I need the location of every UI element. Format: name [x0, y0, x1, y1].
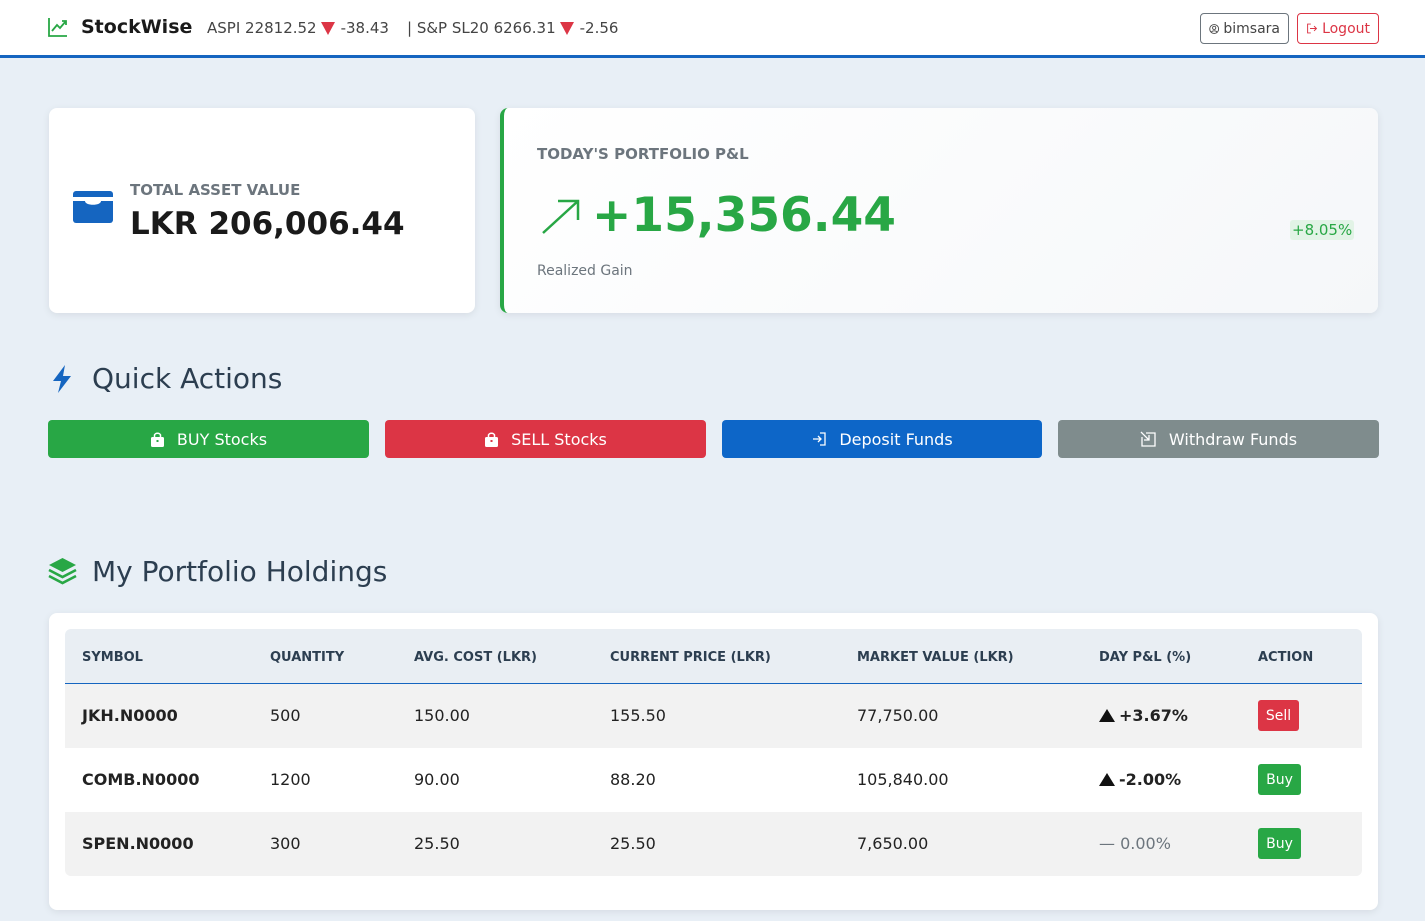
total-asset-value: LKR 206,006.44 — [130, 206, 405, 242]
ticker-change: -2.56 — [579, 19, 619, 37]
withdraw-funds-label: Withdraw Funds — [1168, 429, 1298, 449]
quantity-cell: 500 — [270, 706, 301, 725]
brand[interactable]: StockWise — [47, 16, 192, 38]
ticker-snp-sl20: | S&P SL20 6266.31 -2.56 — [407, 19, 618, 37]
table-row: COMB.N0000 1200 90.00 88.20 105,840.00 -… — [65, 748, 1362, 812]
column-header-day-pl: DAY P&L (%) — [1099, 650, 1192, 665]
ticker-name: | S&P SL20 6266.31 — [407, 19, 556, 37]
sell-stocks-button[interactable]: SELL Stocks — [385, 420, 706, 458]
pnl-subtitle: Realized Gain — [537, 263, 633, 279]
holdings-table: SYMBOL QUANTITY AVG. COST (LKR) CURRENT … — [65, 629, 1362, 876]
user-button[interactable]: bimsara — [1200, 13, 1289, 44]
deposit-funds-label: Deposit Funds — [839, 429, 953, 449]
chart-line-icon — [48, 18, 67, 37]
market-value-cell: 7,650.00 — [857, 834, 929, 853]
login-icon — [813, 432, 826, 446]
box-arrow-icon — [1140, 431, 1156, 447]
pnl-label: TODAY'S PORTFOLIO P&L — [537, 145, 749, 163]
buy-stocks-button[interactable]: BUY Stocks — [48, 420, 369, 458]
ticker-name: ASPI 22812.52 — [207, 19, 317, 37]
symbol-cell: JKH.N0000 — [82, 706, 178, 725]
logout-button[interactable]: Logout — [1297, 13, 1379, 44]
quick-actions-title: Quick Actions — [92, 362, 283, 395]
lightning-icon — [53, 365, 71, 393]
current-price-cell: 25.50 — [610, 834, 656, 853]
top-navbar: StockWise ASPI 22812.52 -38.43 | S&P SL2… — [0, 0, 1425, 58]
user-label: bimsara — [1223, 20, 1280, 37]
day-pl-cell: — 0.00% — [1099, 834, 1171, 853]
bag-icon — [485, 432, 499, 447]
row-buy-button[interactable]: Buy — [1258, 764, 1301, 795]
sell-stocks-label: SELL Stocks — [511, 429, 607, 449]
total-asset-label: TOTAL ASSET VALUE — [130, 181, 301, 199]
deposit-funds-button[interactable]: Deposit Funds — [722, 420, 1042, 458]
user-circle-icon — [1209, 23, 1220, 34]
symbol-cell: COMB.N0000 — [82, 770, 200, 789]
logout-label: Logout — [1322, 20, 1370, 37]
column-header-symbol: SYMBOL — [82, 650, 143, 665]
buy-stocks-label: BUY Stocks — [176, 429, 268, 449]
pnl-value: +15,356.44 — [592, 188, 897, 243]
bag-icon — [150, 432, 164, 447]
column-header-current-price: CURRENT PRICE (LKR) — [610, 650, 771, 665]
logout-icon — [1307, 23, 1318, 34]
avg-cost-cell: 90.00 — [414, 770, 460, 789]
ticker-change: -38.43 — [340, 19, 389, 37]
withdraw-funds-button[interactable]: Withdraw Funds — [1058, 420, 1379, 458]
layers-icon — [48, 558, 77, 585]
portfolio-holdings-title: My Portfolio Holdings — [92, 555, 388, 588]
wallet-icon — [73, 191, 113, 223]
avg-cost-cell: 25.50 — [414, 834, 460, 853]
column-header-quantity: QUANTITY — [270, 650, 345, 665]
row-sell-button[interactable]: Sell — [1258, 700, 1299, 731]
triangle-up-icon — [1099, 773, 1115, 786]
market-value-cell: 105,840.00 — [857, 770, 949, 789]
column-header-market-value: MARKET VALUE (LKR) — [857, 650, 1014, 665]
day-pl-cell: +3.67% — [1099, 706, 1188, 725]
day-pl-cell: -2.00% — [1099, 770, 1181, 789]
row-buy-button[interactable]: Buy — [1258, 828, 1301, 859]
table-row: SPEN.N0000 300 25.50 25.50 7,650.00 — 0.… — [65, 812, 1362, 876]
pnl-percent-badge: +8.05% — [1290, 220, 1355, 240]
current-price-cell: 88.20 — [610, 770, 656, 789]
quantity-cell: 1200 — [270, 770, 311, 789]
triangle-up-icon — [1099, 709, 1115, 722]
table-header: SYMBOL QUANTITY AVG. COST (LKR) CURRENT … — [65, 629, 1362, 685]
market-value-cell: 77,750.00 — [857, 706, 939, 725]
symbol-cell: SPEN.N0000 — [82, 834, 194, 853]
avg-cost-cell: 150.00 — [414, 706, 470, 725]
day-pl-value: -2.00% — [1119, 770, 1182, 789]
down-arrow-icon — [559, 21, 574, 35]
brand-name: StockWise — [81, 16, 193, 38]
column-header-avg-cost: AVG. COST (LKR) — [414, 650, 537, 665]
table-row: JKH.N0000 500 150.00 155.50 77,750.00 +3… — [65, 684, 1362, 748]
day-pl-value: +3.67% — [1119, 706, 1188, 725]
quantity-cell: 300 — [270, 834, 301, 853]
ticker-aspi: ASPI 22812.52 -38.43 — [207, 19, 389, 37]
arrow-up-right-icon — [542, 199, 580, 234]
column-header-action: ACTION — [1258, 650, 1314, 665]
down-arrow-icon — [320, 21, 335, 35]
current-price-cell: 155.50 — [610, 706, 666, 725]
